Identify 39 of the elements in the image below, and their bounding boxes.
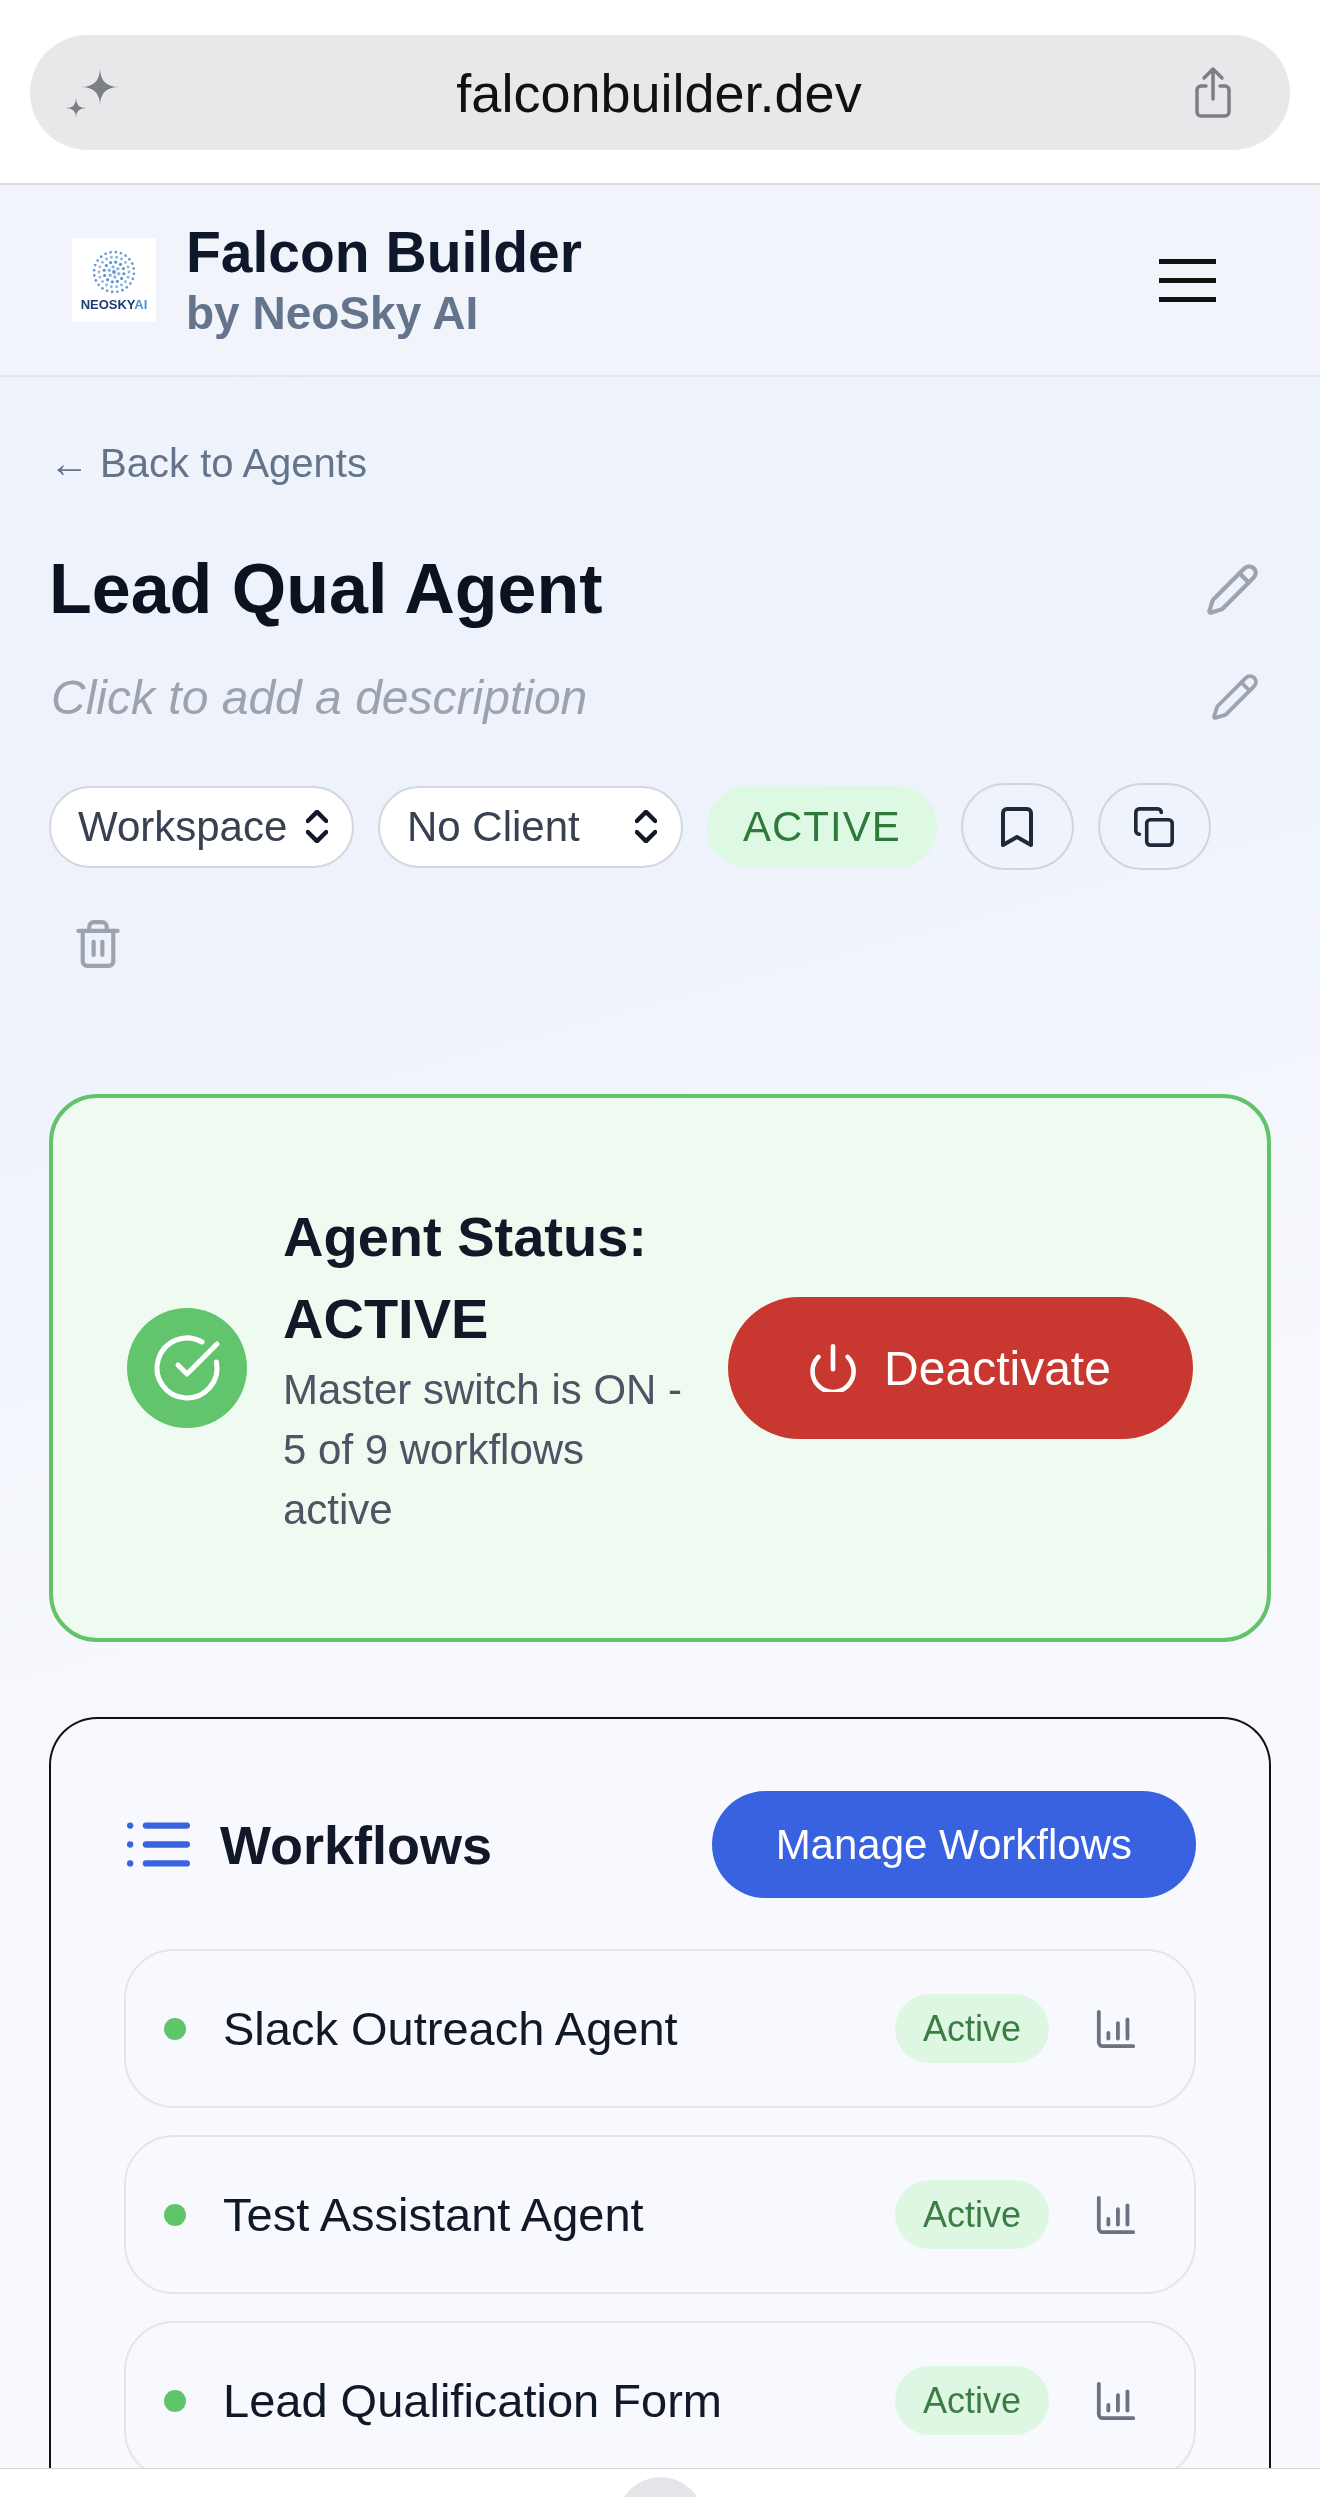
check-circle-icon	[127, 1308, 247, 1428]
bar-chart-icon[interactable]	[1095, 2193, 1137, 2236]
workflow-row[interactable]: Slack Outreach Agent Active	[124, 1949, 1196, 2108]
copy-icon	[1134, 806, 1175, 847]
status-title: Agent Status: ACTIVE	[283, 1204, 648, 1352]
manage-workflows-button[interactable]: Manage Workflows	[711, 1791, 1196, 1898]
bar-chart-icon[interactable]	[1095, 2007, 1137, 2050]
address-bar[interactable]: falconbuilder.dev	[30, 35, 1290, 150]
agent-name: Lead Qual Agent	[49, 549, 603, 630]
status-badge: Active	[894, 2366, 1049, 2435]
app-subtitle: by NeoSky AI	[186, 286, 480, 341]
list-icon	[127, 1819, 190, 1870]
workflow-name: Test Assistant Agent	[223, 2187, 645, 2242]
power-icon	[810, 1344, 857, 1392]
copy-button[interactable]	[1097, 783, 1211, 870]
dropdown[interactable]: Workspace	[49, 785, 354, 868]
workflow-row[interactable]: Lead Qualification Form Active	[124, 2321, 1196, 2468]
status-badge: Active	[894, 1994, 1049, 2063]
logo-wordmark: NEOSKYAI	[80, 297, 148, 312]
menu-icon[interactable]	[1159, 258, 1216, 302]
workflow-name: Lead Qualification Form	[223, 2373, 723, 2428]
deactivate-button[interactable]: Deactivate	[728, 1297, 1193, 1439]
status-message: Master switch is ON - 5 of 9 workflows active	[283, 1365, 684, 1535]
chevron-updown-icon	[306, 810, 328, 843]
bookmark-icon	[1001, 806, 1034, 847]
bookmark-button[interactable]	[960, 783, 1074, 870]
app-title: Falcon Builder	[186, 219, 583, 285]
share-icon[interactable]	[1194, 65, 1232, 120]
section-title: Workflows	[220, 1813, 494, 1877]
globe-dots-icon	[91, 248, 137, 295]
status-badge: Active	[894, 2180, 1049, 2249]
status-badge: ACTIVE	[707, 785, 937, 868]
bar-chart-icon[interactable]	[1095, 2379, 1137, 2422]
dropdown[interactable]: No Client	[378, 785, 683, 868]
workflow-row[interactable]: Test Assistant Agent Active	[124, 2135, 1196, 2294]
workflow-name: Slack Outreach Agent	[223, 2001, 679, 2056]
chevron-updown-icon	[635, 810, 657, 843]
back-link[interactable]: ← Back to Agents	[49, 439, 367, 487]
description-field[interactable]: Click to add a description	[49, 667, 1192, 727]
